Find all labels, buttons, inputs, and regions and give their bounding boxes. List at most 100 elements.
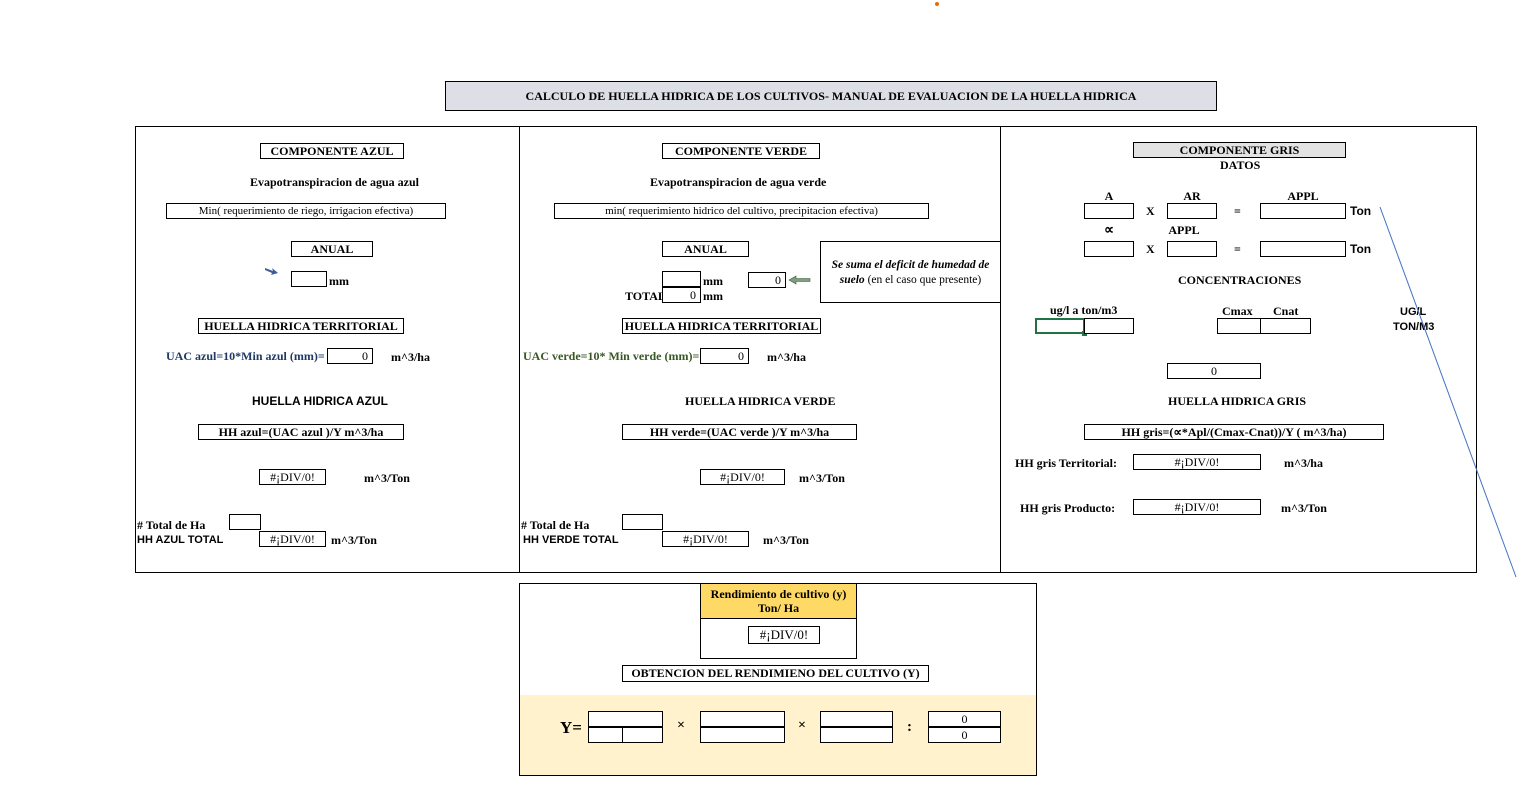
gris-cnat-input[interactable] [1260,318,1311,334]
gris-ton1: Ton [1350,204,1372,218]
gris-ar-label: AR [1183,189,1201,203]
gris-alpha-input[interactable] [1084,241,1134,257]
gris-cmax-label: Cmax [1222,304,1253,318]
verde-total-value[interactable]: 0 [662,287,701,303]
rendimiento-obtencion: OBTENCION DEL RENDIMIENO DEL CULTIVO (Y) [622,665,929,682]
verde-formula-min[interactable]: min( requerimiento hidrico del cultivo, … [554,203,929,219]
rendimiento-y-label: Y= [560,718,582,737]
azul-header: COMPONENTE AZUL [260,143,404,159]
azul-territorial: HUELLA HIDRICA TERRITORIAL [198,318,404,334]
verde-deficit-note: Se suma el deficit de humedad de suelo (… [820,241,1001,303]
azul-formula-min[interactable]: Min( requerimiento de riego, irrigacion … [166,203,446,219]
azul-evap-label: Evapotranspiracion de agua azul [250,175,420,189]
arrow-left-icon [788,275,811,285]
azul-uac-value[interactable]: 0 [327,348,373,364]
gris-datos: DATOS [1220,158,1261,172]
rendimiento-value[interactable]: #¡DIV/0! [748,626,820,644]
gris-territorial-label: HH gris Territorial: [1015,456,1117,470]
gris-x1: X [1146,204,1155,218]
azul-anual: ANUAL [291,241,373,257]
verde-total-ha-label: # Total de Ha [521,518,590,532]
azul-total-ha-input[interactable] [229,514,261,530]
operand1-top[interactable] [588,711,663,727]
gris-alpha-label: ∝ [1103,223,1114,238]
gris-result-value[interactable]: 0 [1167,363,1261,379]
operand3-top[interactable] [820,711,893,727]
gris-producto-value[interactable]: #¡DIV/0! [1133,499,1261,515]
operand1-bottom-right[interactable] [622,727,663,743]
azul-mm-input[interactable] [291,271,327,287]
gris-hh-formula: HH gris=(∝*Apl/(Cmax-Cnat))/Y ( m^3/ha) [1084,424,1384,440]
azul-hh-unit: m^3/Ton [364,471,410,485]
gris-concentraciones: CONCENTRACIONES [1178,273,1302,287]
gris-ton2: Ton [1350,242,1372,256]
verde-hh-total-value[interactable]: #¡DIV/0! [662,531,749,547]
operand4-top[interactable]: 0 [928,711,1001,727]
page-title: CALCULO DE HUELLA HIDRICA DE LOS CULTIVO… [445,81,1217,111]
gris-territorial-value[interactable]: #¡DIV/0! [1133,454,1261,470]
verde-evap-label: Evapotranspiracion de agua verde [650,175,827,189]
verde-note-normal: (en el caso que presente) [864,274,982,286]
azul-hh-value[interactable]: #¡DIV/0! [259,469,326,485]
cursor-dot [935,2,939,6]
gris-tonm3-input[interactable] [1084,318,1134,334]
operand2-top[interactable] [700,711,785,727]
operand2-bottom[interactable] [700,727,785,743]
azul-mm-unit: mm [329,274,349,288]
operand1-bottom-left[interactable] [588,727,623,743]
gris-cmax-input[interactable] [1217,318,1261,334]
gris-hh-title: HUELLA HIDRICA GRIS [1168,394,1307,408]
verde-mm-input[interactable] [662,271,701,287]
gris-appl-label: APPL [1287,189,1319,203]
azul-uac-unit: m^3/ha [391,350,430,364]
gris-producto-unit: m^3/Ton [1281,501,1327,515]
connector-line [1379,207,1517,578]
operand3-bottom[interactable] [820,727,893,743]
verde-hh-total-unit: m^3/Ton [763,533,809,547]
verde-hh-formula: HH verde=(UAC verde )/Y m^3/ha [622,424,857,440]
verde-uac-label: UAC verde=10* Min verde (mm)= [523,349,700,363]
times-2: × [798,718,806,733]
verde-mm-unit: mm [703,274,723,288]
divider-azul-verde [519,126,520,573]
gris-appl2-input[interactable] [1167,241,1217,257]
verde-uac-unit: m^3/ha [767,350,806,364]
verde-anual: ANUAL [662,241,749,257]
azul-hh-total-value[interactable]: #¡DIV/0! [259,531,326,547]
gris-header: COMPONENTE GRIS [1133,142,1346,158]
verde-total-unit: mm [703,289,723,303]
verde-hh-value[interactable]: #¡DIV/0! [700,469,785,485]
times-1: × [677,718,685,733]
azul-hh-total-label: HH AZUL TOTAL [137,534,224,546]
divider-verde-gris [1000,126,1001,573]
gris-appl-input[interactable] [1260,203,1346,219]
verde-total-ha-input[interactable] [622,514,663,530]
verde-deficit-value[interactable]: 0 [748,272,786,288]
rendimiento-header: Rendimiento de cultivo (y) Ton/ Ha [700,583,857,619]
azul-hh-formula: HH azul=(UAC azul )/Y m^3/ha [198,424,404,440]
gris-ugl-label: ug/l a ton/m3 [1050,303,1118,317]
verde-hh-unit: m^3/Ton [799,471,845,485]
verde-hh-title: HUELLA HIDRICA VERDE [685,394,836,408]
gris-eq2: = [1234,242,1241,256]
azul-hh-title: HUELLA HIDRICA AZUL [252,394,388,408]
operand4-bottom[interactable]: 0 [928,727,1001,743]
gris-result2-input[interactable] [1260,241,1346,257]
verde-territorial: HUELLA HIDRICA TERRITORIAL [622,318,821,334]
divide-colon: : [907,719,912,735]
gris-ar-input[interactable] [1167,203,1217,219]
gris-appl2-label: APPL [1168,223,1200,237]
gris-producto-label: HH gris Producto: [1020,501,1116,515]
azul-uac-label: UAC azul=10*Min azul (mm)= [166,349,325,363]
gris-a-label: A [1104,189,1114,203]
azul-hh-total-unit: m^3/Ton [331,533,377,547]
gris-ugl-selected-cell[interactable] [1035,318,1085,334]
verde-header: COMPONENTE VERDE [662,143,820,159]
arrow-icon [265,268,278,275]
verde-uac-value[interactable]: 0 [700,348,749,364]
gris-x2: X [1146,242,1155,256]
verde-total-label: TOTAL [625,289,663,303]
gris-a-input[interactable] [1084,203,1134,219]
azul-total-ha-label: # Total de Ha [137,518,206,532]
gris-territorial-unit: m^3/ha [1284,456,1323,470]
